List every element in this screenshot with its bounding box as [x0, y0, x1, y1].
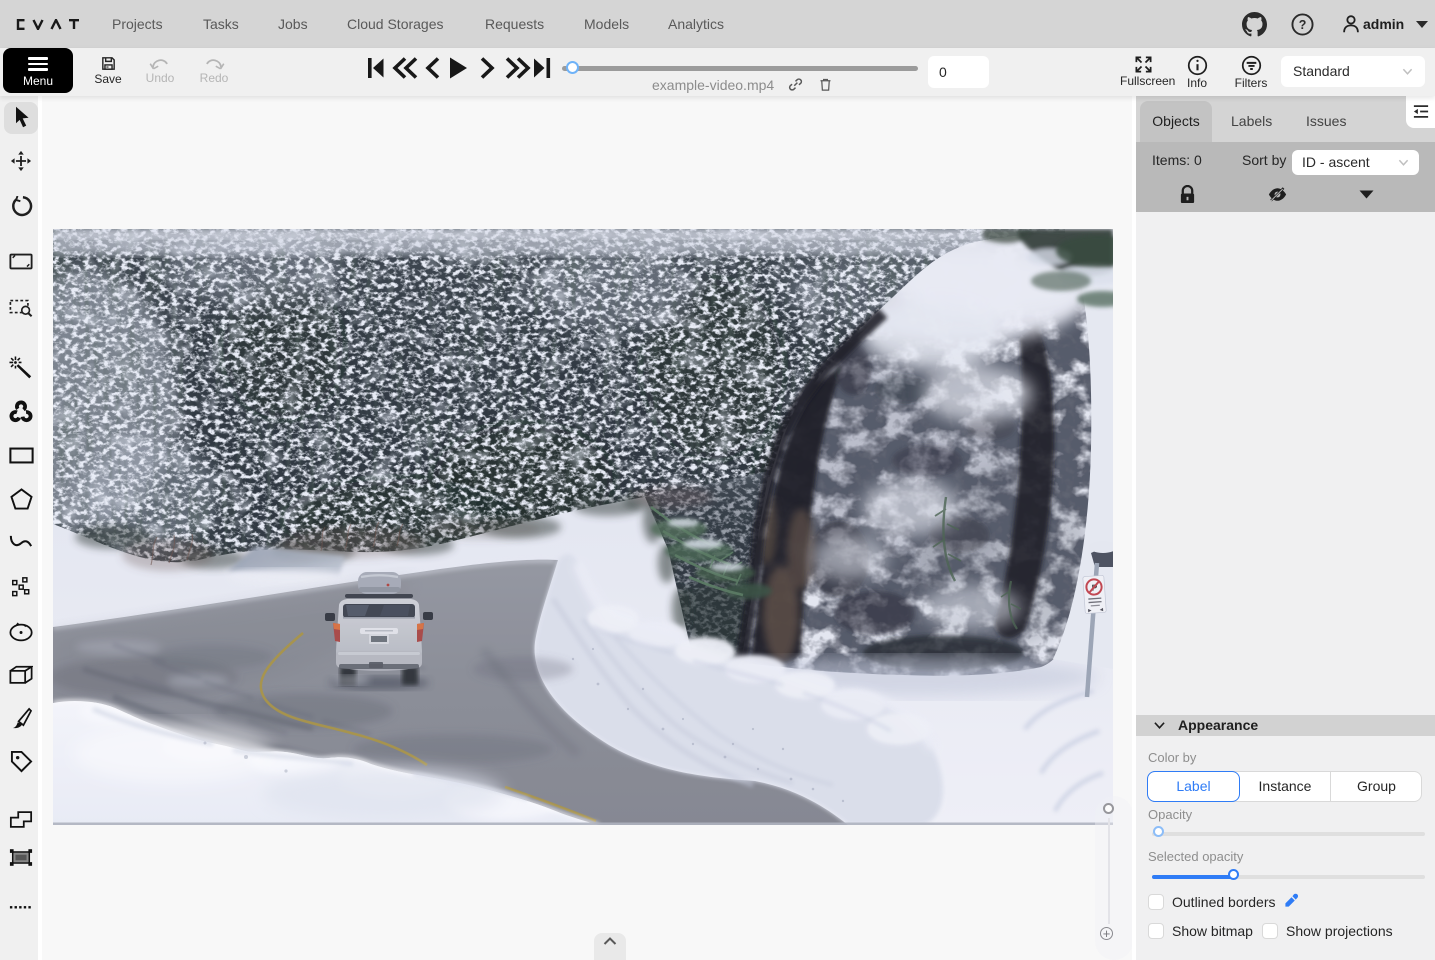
svg-text:?: ? — [1299, 18, 1307, 32]
